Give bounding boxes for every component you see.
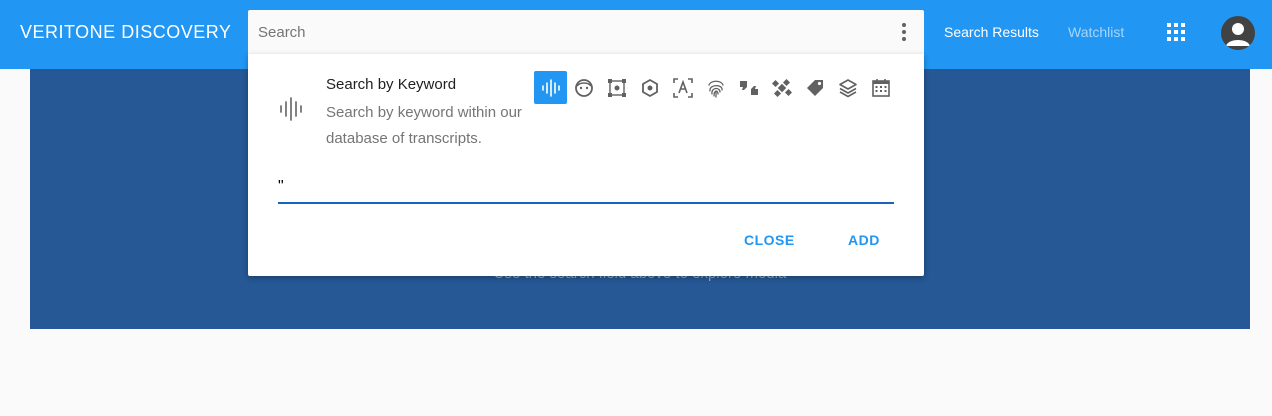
keyword-search-panel: Search by Keyword Search by keyword with… [248, 54, 924, 276]
sentiment-icon[interactable] [732, 71, 765, 104]
nav-search-results[interactable]: Search Results [944, 24, 1039, 40]
panel-title: Search by Keyword [326, 76, 457, 93]
panel-description: Search by keyword within our database of… [326, 104, 522, 147]
geolocation-icon[interactable] [765, 71, 798, 104]
more-options-icon[interactable] [894, 22, 914, 42]
face-icon[interactable] [567, 71, 600, 104]
apps-grid-icon[interactable] [1166, 22, 1186, 42]
transcript-icon[interactable] [534, 71, 567, 104]
logo-icon[interactable] [633, 71, 666, 104]
brand-logo[interactable]: VERITONE DISCOVERY [20, 22, 231, 43]
add-button[interactable]: ADD [848, 232, 880, 248]
engine-selector [534, 71, 897, 104]
keyword-input[interactable] [278, 172, 894, 204]
close-button[interactable]: CLOSE [744, 232, 795, 248]
tag-icon[interactable] [798, 71, 831, 104]
layers-icon[interactable] [831, 71, 864, 104]
fingerprint-icon[interactable] [699, 71, 732, 104]
transcript-engine-icon [280, 97, 302, 121]
user-avatar[interactable] [1221, 16, 1255, 50]
search-input[interactable] [258, 10, 878, 54]
calendar-icon[interactable] [864, 71, 897, 104]
object-icon[interactable] [600, 71, 633, 104]
nav-watchlist[interactable]: Watchlist [1068, 24, 1124, 40]
search-bar[interactable] [248, 10, 924, 54]
text-recognition-icon[interactable] [666, 71, 699, 104]
account-icon [1226, 23, 1250, 46]
